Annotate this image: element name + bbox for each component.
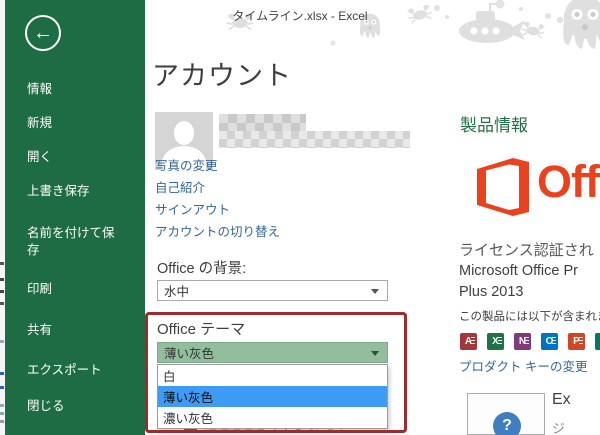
backstage-sidebar: ← 情報 新規 開く 上書き保存 名前を付けて保存 印刷 共有 エクスポート 閉…: [5, 0, 145, 435]
office-theme-label: Office テーマ: [157, 318, 245, 339]
sidebar-item-print[interactable]: 印刷: [27, 281, 52, 298]
license-status-text: ライセンス認証され: [459, 239, 594, 260]
about-excel-text: Ex: [552, 391, 571, 409]
sidebar-item-save[interactable]: 上書き保存: [27, 183, 90, 200]
sidebar-item-close[interactable]: 閉じる: [27, 398, 65, 415]
sidebar-item-share[interactable]: 共有: [27, 322, 52, 339]
chevron-down-icon: [371, 289, 379, 294]
about-excel-button[interactable]: ?: [467, 393, 545, 435]
product-info-heading: 製品情報: [460, 111, 528, 136]
person-silhouette-icon: [174, 121, 194, 145]
about-excel-subtext: ジ: [552, 418, 565, 435]
onenote-app-icon: N: [514, 333, 531, 350]
office-theme-dropdown-list: 白 薄い灰色 濃い灰色: [157, 364, 388, 429]
access-app-icon: A: [460, 333, 477, 350]
sidebar-item-export[interactable]: エクスポート: [27, 362, 102, 379]
excel-app-icon: X: [487, 333, 504, 350]
product-name-line2: Plus 2013: [459, 284, 524, 300]
page-title: アカウント: [152, 54, 292, 93]
theme-option-light-gray[interactable]: 薄い灰色: [158, 386, 387, 407]
worksheet-edge-sliver: [0, 0, 5, 435]
outlook-app-icon: O: [541, 333, 558, 350]
office-logo-icon: [473, 156, 533, 217]
product-name-line1: Microsoft Office Pr: [459, 263, 578, 279]
back-button[interactable]: ←: [25, 15, 61, 51]
excel-backstage-account-page: タイムライン.xlsx - Excel ← 情報 新規 開く 上書き保存 名前を…: [0, 0, 600, 435]
theme-option-dark-gray[interactable]: 濃い灰色: [158, 407, 387, 428]
includes-text: この製品には以下が含まれま: [459, 308, 600, 324]
switch-account-link[interactable]: アカウントの切り替え: [155, 221, 280, 240]
sidebar-item-new[interactable]: 新規: [27, 115, 52, 132]
theme-option-white[interactable]: 白: [158, 365, 387, 386]
publisher-app-icon: P: [595, 333, 600, 350]
sidebar-item-info[interactable]: 情報: [27, 81, 52, 98]
chevron-down-icon: [371, 351, 379, 356]
office-wordmark: Off: [537, 156, 599, 208]
back-arrow-icon: ←: [33, 23, 53, 43]
user-name-redacted: [219, 114, 306, 131]
sidebar-item-open[interactable]: 開く: [27, 149, 52, 166]
office-background-label: Office の背景:: [157, 257, 246, 278]
change-product-key-link[interactable]: プロダクト キーの変更: [459, 356, 587, 375]
about-me-link[interactable]: 自己紹介: [155, 177, 205, 196]
sign-out-link[interactable]: サインアウト: [155, 199, 230, 218]
office-background-select[interactable]: 水中: [157, 280, 388, 301]
user-email-redacted: [219, 131, 410, 148]
office-theme-select[interactable]: 薄い灰色: [157, 342, 388, 363]
question-icon: ?: [493, 412, 521, 435]
change-photo-link[interactable]: 写真の変更: [155, 155, 218, 174]
powerpoint-app-icon: P: [568, 333, 585, 350]
included-apps-row: A X N O P P: [460, 333, 600, 350]
sidebar-item-save-as[interactable]: 名前を付けて保存: [27, 225, 115, 259]
